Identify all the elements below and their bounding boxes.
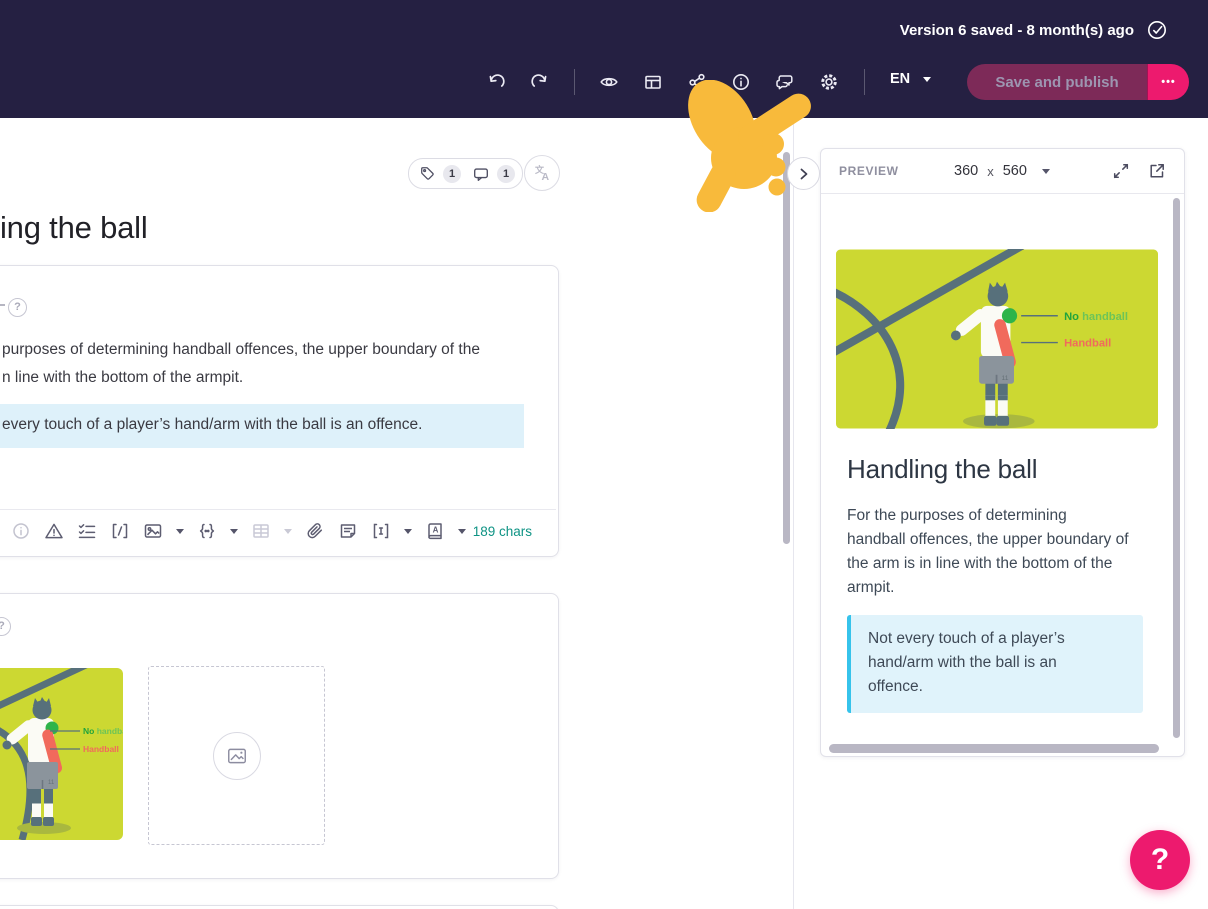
ellipsis-icon: ••• — [1161, 76, 1176, 88]
expand-preview-icon[interactable] — [1111, 161, 1131, 181]
body-line: armpit. — [847, 579, 895, 596]
note-line: hand/arm with the ball is an — [868, 654, 1057, 671]
glossary-book-icon[interactable]: A — [425, 521, 445, 541]
note-line: offence. — [868, 678, 923, 695]
sticky-note-icon[interactable] — [338, 521, 358, 541]
preview-eye-icon[interactable] — [599, 72, 619, 92]
table-insert-icon[interactable] — [251, 521, 271, 541]
info-block-icon[interactable] — [11, 521, 31, 541]
open-external-icon[interactable] — [1147, 161, 1167, 181]
help-circle-icon[interactable]: ? — [8, 298, 27, 317]
svg-text:11: 11 — [1001, 375, 1008, 382]
redo-icon[interactable] — [530, 72, 550, 92]
code-block-icon[interactable] — [110, 521, 130, 541]
brackets-dropdown-caret[interactable] — [404, 528, 412, 534]
comment-bubble-icon[interactable] — [472, 165, 490, 183]
pointing-hand-cursor — [686, 80, 826, 212]
saved-check-icon — [1146, 19, 1168, 41]
comment-count-badge[interactable]: 1 — [497, 164, 515, 183]
image-upload-placeholder[interactable] — [148, 666, 325, 845]
warning-block-icon[interactable] — [44, 521, 64, 541]
editor-toolbar: A — [11, 521, 466, 541]
size-dropdown-caret — [1041, 168, 1050, 174]
preview-vertical-scrollbar[interactable] — [1173, 198, 1180, 738]
variable-dropdown-caret[interactable] — [230, 528, 238, 534]
preview-size-separator: x — [987, 163, 994, 179]
translate-icon: 文 A — [532, 163, 552, 183]
tag-count-badge[interactable]: 1 — [443, 164, 461, 183]
more-actions-button[interactable]: ••• — [1147, 64, 1189, 100]
field-label-fragment — [0, 304, 5, 306]
svg-text:No handbal: No handbal — [83, 726, 123, 736]
preview-card-title: Handling the ball — [847, 454, 1038, 484]
checklist-icon[interactable] — [77, 521, 97, 541]
preview-label: PREVIEW — [839, 164, 899, 178]
svg-text:A: A — [542, 171, 550, 183]
text-variable-brackets-icon[interactable] — [371, 521, 391, 541]
preview-panel: PREVIEW 360 x 560 11 No handball Handbal… — [820, 148, 1185, 757]
text-line: purposes of determining handball offence… — [2, 341, 480, 358]
image-placeholder-icon — [226, 745, 248, 767]
editor-toolbar-divider — [0, 509, 556, 510]
highlight-text: every touch of a player’s hand/arm with … — [2, 416, 423, 433]
svg-text:11: 11 — [48, 780, 55, 786]
body-line: handball offences, the upper boundary of — [847, 531, 1129, 548]
save-and-publish-button[interactable]: Save and publish — [967, 64, 1147, 100]
image-insert-icon[interactable] — [143, 521, 163, 541]
body-line: For the purposes of determining — [847, 507, 1067, 524]
page-title: ing the ball — [0, 210, 148, 245]
table-dropdown-caret — [284, 528, 292, 534]
language-selector[interactable]: EN — [890, 71, 932, 87]
media-thumbnail[interactable]: 11 No handbal Handball — [0, 668, 123, 840]
preview-card-image: 11 No handball Handball — [836, 249, 1158, 429]
next-block-card — [0, 905, 559, 909]
char-count: 189 chars — [472, 524, 532, 539]
svg-text:Handball: Handball — [83, 744, 119, 754]
toolbar-divider-2 — [864, 69, 865, 95]
help-fab-button[interactable]: ? — [1130, 830, 1190, 890]
placeholder-circle — [212, 731, 261, 780]
svg-text:Handball: Handball — [1064, 338, 1111, 350]
tag-icon[interactable] — [419, 165, 436, 182]
preview-horizontal-scrollbar[interactable] — [829, 744, 1159, 753]
panel-divider — [793, 118, 794, 909]
chevron-down-icon — [923, 76, 932, 82]
body-line: the arm is in line with the bottom of th… — [847, 555, 1113, 572]
svg-text:No handball: No handball — [1064, 311, 1128, 323]
text-line: n line with the bottom of the armpit. — [2, 369, 244, 386]
variable-braces-icon[interactable] — [197, 521, 217, 541]
preview-note-block: Not every touch of a player’s hand/arm w… — [847, 615, 1143, 713]
rich-text-content[interactable]: purposes of determining handball offence… — [2, 336, 480, 392]
version-status: Version 6 saved - 8 month(s) ago — [899, 21, 1134, 39]
note-line: Not every touch of a player’s — [868, 630, 1065, 647]
preview-width-value: 360 — [954, 163, 979, 179]
undo-icon[interactable] — [486, 72, 506, 92]
translate-button[interactable]: 文 A — [524, 155, 560, 191]
image-dropdown-caret[interactable] — [176, 528, 184, 534]
preview-header: PREVIEW 360 x 560 — [821, 149, 1184, 194]
save-and-publish-label: Save and publish — [995, 73, 1119, 91]
layout-icon[interactable] — [643, 72, 663, 92]
toolbar-divider — [574, 69, 575, 95]
annotation-pill: 1 1 — [408, 158, 523, 189]
topbar: Version 6 saved - 8 month(s) ago EN Save… — [0, 0, 1208, 118]
preview-height-value: 560 — [1002, 163, 1027, 179]
preview-size-selector[interactable]: 360 x 560 — [954, 163, 1050, 179]
attachment-icon[interactable] — [305, 521, 325, 541]
preview-card-body: For the purposes of determining handball… — [847, 504, 1129, 600]
svg-text:A: A — [433, 526, 439, 535]
language-label: EN — [890, 71, 911, 87]
app-window: Version 6 saved - 8 month(s) ago EN Save… — [0, 0, 1208, 909]
